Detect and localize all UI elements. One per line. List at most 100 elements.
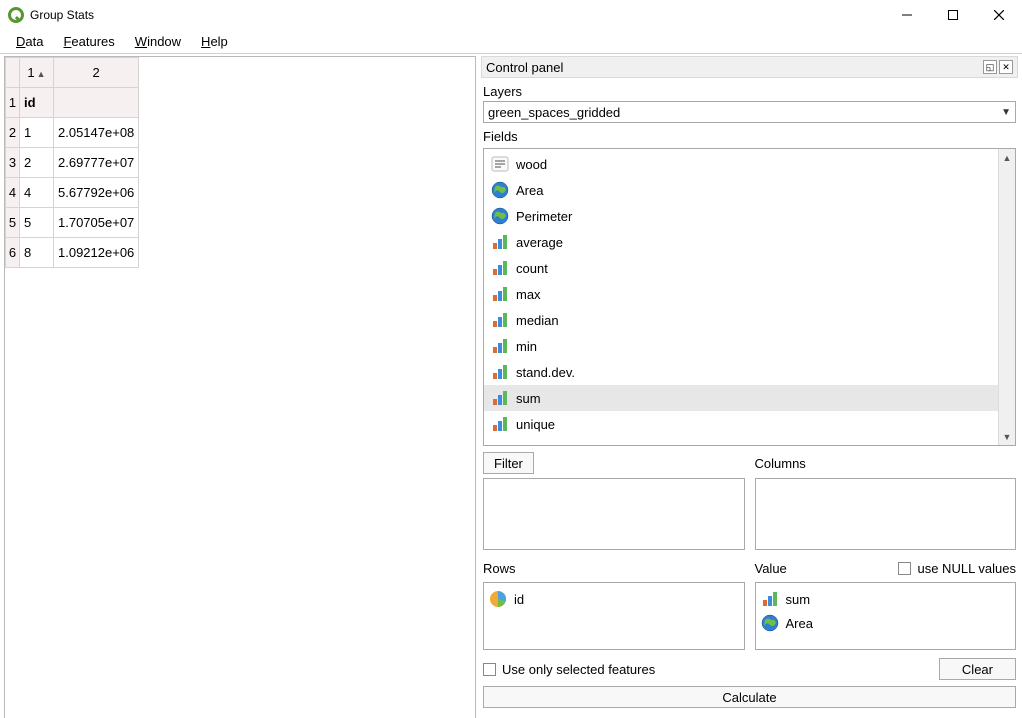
field-label: stand.dev. <box>516 365 575 380</box>
field-item-wood[interactable]: wood <box>484 151 1015 177</box>
menu-help[interactable]: Help <box>191 32 238 51</box>
scroll-down-icon[interactable]: ▼ <box>999 428 1015 445</box>
cell-col1[interactable]: 4 <box>20 178 54 208</box>
bars-icon <box>490 414 510 434</box>
rows-item-label: id <box>514 592 524 607</box>
globe-icon <box>490 206 510 226</box>
rows-item-id[interactable]: id <box>488 587 740 611</box>
row-number: 1 <box>6 88 20 118</box>
field-item-min[interactable]: min <box>484 333 1015 359</box>
field-item-sum[interactable]: sum <box>484 385 1015 411</box>
field-label: count <box>516 261 548 276</box>
cell-col1[interactable]: 1 <box>20 118 54 148</box>
filter-dropzone[interactable] <box>483 478 745 550</box>
qgis-icon <box>8 7 24 23</box>
columns-label: Columns <box>755 452 1017 474</box>
table-row[interactable]: 445.67792e+06 <box>6 178 139 208</box>
field-item-count[interactable]: count <box>484 255 1015 281</box>
cell-col2[interactable]: 1.70705e+07 <box>54 208 139 238</box>
cell-col2[interactable]: 2.69777e+07 <box>54 148 139 178</box>
menu-window[interactable]: Window <box>125 32 191 51</box>
value-item-label: sum <box>786 592 811 607</box>
col-header-1[interactable]: 1▲ <box>20 58 54 88</box>
field-item-median[interactable]: median <box>484 307 1015 333</box>
table-row[interactable]: 322.69777e+07 <box>6 148 139 178</box>
field-label: Area <box>516 183 543 198</box>
cell-col2[interactable]: 1.09212e+06 <box>54 238 139 268</box>
chevron-down-icon: ▼ <box>1001 107 1011 118</box>
bars-icon <box>760 589 780 609</box>
minimize-button[interactable] <box>884 0 930 30</box>
checkbox-box-icon <box>483 663 496 676</box>
use-selected-checkbox[interactable]: Use only selected features <box>483 662 655 677</box>
bars-icon <box>490 310 510 330</box>
value-item-label: Area <box>786 616 813 631</box>
table-row[interactable]: 1id <box>6 88 139 118</box>
field-item-stand-dev-[interactable]: stand.dev. <box>484 359 1015 385</box>
row-number: 4 <box>6 178 20 208</box>
field-label: unique <box>516 417 555 432</box>
rows-dropzone[interactable]: id <box>483 582 745 650</box>
field-label: max <box>516 287 541 302</box>
field-item-unique[interactable]: unique <box>484 411 1015 437</box>
field-item-area[interactable]: Area <box>484 177 1015 203</box>
fields-label: Fields <box>483 129 1016 144</box>
cell-col2[interactable] <box>54 88 139 118</box>
bars-icon <box>490 232 510 252</box>
panel-close-icon[interactable]: ✕ <box>999 60 1013 74</box>
row-number: 6 <box>6 238 20 268</box>
panel-restore-icon[interactable]: ◱ <box>983 60 997 74</box>
control-panel: Control panel ◱ ✕ Layers green_spaces_gr… <box>479 54 1022 718</box>
close-button[interactable] <box>976 0 1022 30</box>
use-null-checkbox[interactable]: use NULL values <box>898 561 1016 576</box>
panel-titlebar[interactable]: Control panel ◱ ✕ <box>481 56 1018 78</box>
value-item-sum[interactable]: sum <box>760 587 1012 611</box>
bars-icon <box>490 336 510 356</box>
row-number: 3 <box>6 148 20 178</box>
results-pane[interactable]: 1▲ 2 1id212.05147e+08322.69777e+07445.67… <box>4 56 476 718</box>
layers-combo[interactable]: green_spaces_gridded ▼ <box>483 101 1016 123</box>
table-row[interactable]: 212.05147e+08 <box>6 118 139 148</box>
fields-list[interactable]: wood Area Perimeter average count max median mi… <box>483 148 1016 446</box>
field-label: Perimeter <box>516 209 572 224</box>
window-title: Group Stats <box>30 8 884 22</box>
menu-features[interactable]: Features <box>53 32 124 51</box>
cell-col1[interactable]: 5 <box>20 208 54 238</box>
value-dropzone[interactable]: sum Area <box>755 582 1017 650</box>
cell-col1[interactable]: 8 <box>20 238 54 268</box>
calculate-button[interactable]: Calculate <box>483 686 1016 708</box>
corner-cell <box>6 58 20 88</box>
menu-data[interactable]: Data <box>6 32 53 51</box>
rows-label: Rows <box>483 561 516 576</box>
field-item-max[interactable]: max <box>484 281 1015 307</box>
results-table[interactable]: 1▲ 2 1id212.05147e+08322.69777e+07445.67… <box>5 57 139 268</box>
cell-col2[interactable]: 5.67792e+06 <box>54 178 139 208</box>
value-label: Value <box>755 561 787 576</box>
bars-icon <box>490 388 510 408</box>
globe-icon <box>760 613 780 633</box>
row-number: 2 <box>6 118 20 148</box>
sort-asc-icon: ▲ <box>37 69 46 79</box>
cell-col1[interactable]: 2 <box>20 148 54 178</box>
table-row[interactable]: 681.09212e+06 <box>6 238 139 268</box>
field-item-average[interactable]: average <box>484 229 1015 255</box>
value-item-area[interactable]: Area <box>760 611 1012 635</box>
cell-col2[interactable]: 2.05147e+08 <box>54 118 139 148</box>
pie-icon <box>488 589 508 609</box>
cell-col1[interactable]: id <box>20 88 54 118</box>
col-header-2[interactable]: 2 <box>54 58 139 88</box>
text-icon <box>490 154 510 174</box>
table-row[interactable]: 551.70705e+07 <box>6 208 139 238</box>
scroll-up-icon[interactable]: ▲ <box>999 149 1015 166</box>
bars-icon <box>490 258 510 278</box>
field-item-perimeter[interactable]: Perimeter <box>484 203 1015 229</box>
menubar: Data Features Window Help <box>0 30 1022 54</box>
maximize-button[interactable] <box>930 0 976 30</box>
filter-button[interactable]: Filter <box>483 452 534 474</box>
fields-scrollbar[interactable]: ▲ ▼ <box>998 149 1015 445</box>
globe-icon <box>490 180 510 200</box>
field-label: min <box>516 339 537 354</box>
bars-icon <box>490 362 510 382</box>
columns-dropzone[interactable] <box>755 478 1017 550</box>
clear-button[interactable]: Clear <box>939 658 1016 680</box>
